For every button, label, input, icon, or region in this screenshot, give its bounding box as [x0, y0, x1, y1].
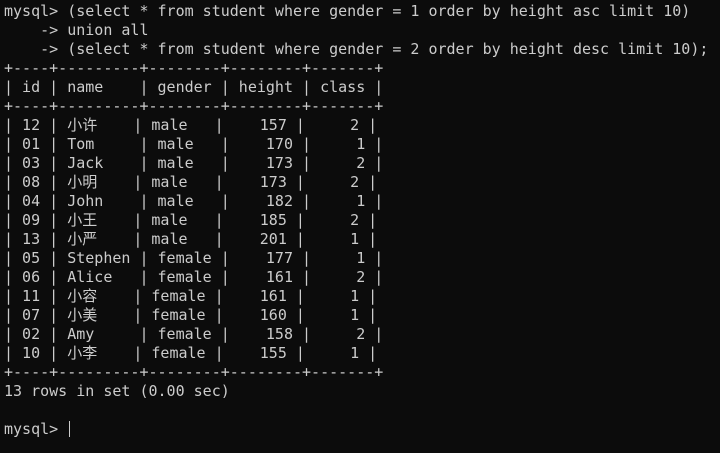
table-row: | 12 | 小许 | male | 157 | 2 | [4, 116, 378, 134]
table-row: | 11 | 小容 | female | 161 | 1 | [4, 287, 378, 305]
table-row: | 09 | 小王 | male | 185 | 2 | [4, 211, 378, 229]
table-border-top: +----+---------+--------+--------+------… [4, 59, 384, 77]
terminal-window[interactable]: mysql> (select * from student where gend… [0, 0, 720, 453]
table-row: | 08 | 小明 | male | 173 | 2 | [4, 173, 378, 191]
table-row: | 05 | Stephen | female | 177 | 1 | [4, 249, 384, 267]
query-line-2: -> union all [4, 21, 149, 39]
table-border-mid: +----+---------+--------+--------+------… [4, 97, 384, 115]
text-cursor [69, 421, 71, 437]
table-row: | 13 | 小严 | male | 201 | 1 | [4, 230, 378, 248]
table-border-bottom: +----+---------+--------+--------+------… [4, 363, 384, 381]
query-line-1: mysql> (select * from student where gend… [4, 2, 691, 20]
table-row: | 07 | 小美 | female | 160 | 1 | [4, 306, 378, 324]
query-line-3: -> (select * from student where gender =… [4, 40, 709, 58]
table-row: | 04 | John | male | 182 | 1 | [4, 192, 384, 210]
table-row: | 10 | 小李 | female | 155 | 1 | [4, 344, 378, 362]
result-summary: 13 rows in set (0.00 sec) [4, 382, 230, 400]
table-row: | 02 | Amy | female | 158 | 2 | [4, 325, 384, 343]
command-input-line[interactable]: mysql> [4, 420, 720, 439]
prompt: mysql> [4, 420, 68, 438]
table-row: | 03 | Jack | male | 173 | 2 | [4, 154, 384, 172]
table-row: | 01 | Tom | male | 170 | 1 | [4, 135, 384, 153]
table-row: | 06 | Alice | female | 161 | 2 | [4, 268, 384, 286]
table-header: | id | name | gender | height | class | [4, 78, 384, 96]
